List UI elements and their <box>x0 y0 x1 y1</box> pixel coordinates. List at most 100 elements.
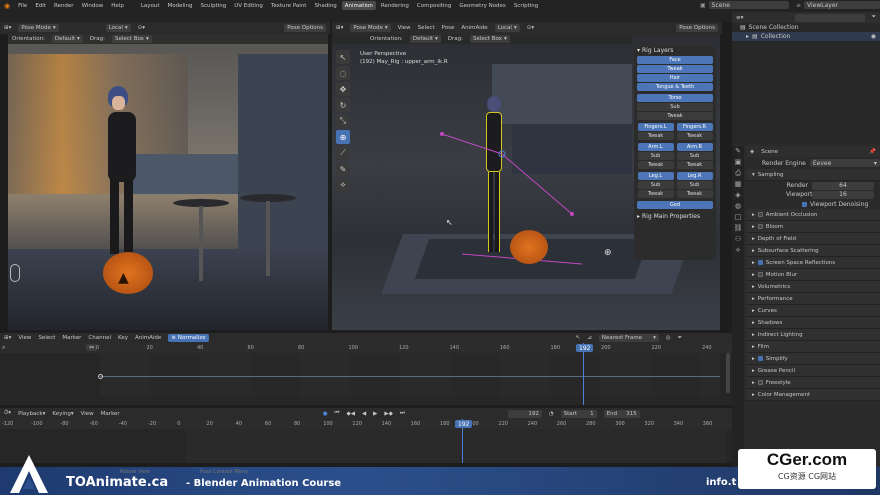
annotate-tool-icon[interactable]: ✎ <box>336 162 350 176</box>
graph-current-frame[interactable]: 192 <box>576 344 594 352</box>
left-orientation-select[interactable]: Default ▾ <box>51 35 83 43</box>
editor-type-icon[interactable]: ⊞▾ <box>4 335 11 341</box>
viewport-denoising-checkbox[interactable] <box>802 201 807 207</box>
constraint-tab-icon[interactable]: ⛓ <box>732 223 744 234</box>
outliner-row-scene-collection[interactable]: ▤ Scene Collection <box>732 23 880 32</box>
section-checkbox[interactable] <box>757 224 763 229</box>
rig-layers-header[interactable]: ▾ Rig Layers <box>634 46 716 55</box>
play-icon[interactable]: ▶ <box>373 411 377 417</box>
keying-menu[interactable]: Keying▾ <box>52 411 73 417</box>
graph-menu-view[interactable]: View <box>18 335 31 341</box>
snap-icon[interactable]: ⊿ <box>587 335 592 341</box>
rig-layer-button[interactable]: Leg.R <box>676 172 713 180</box>
property-section[interactable]: ▸ Motion Blur <box>746 269 880 281</box>
rig-layer-button[interactable]: Face <box>637 56 713 64</box>
editor-type-icon[interactable]: ≡▾ <box>736 15 743 21</box>
editor-type-icon[interactable]: ⏱▾ <box>4 410 11 417</box>
property-section[interactable]: ▸ Grease Pencil <box>746 365 880 377</box>
measure-tool-icon[interactable]: ⟋ <box>336 146 350 160</box>
next-key-icon[interactable]: ▶◆ <box>384 411 392 417</box>
left-pose-options[interactable]: Pose Options <box>284 24 326 32</box>
rig-layer-button[interactable]: Arm.R <box>676 143 713 151</box>
right-pose-options[interactable]: Pose Options <box>676 24 718 32</box>
viewlayer-selector[interactable]: ≡ ViewLayer <box>796 1 880 9</box>
play-reverse-icon[interactable]: ◀ <box>362 411 366 417</box>
rig-main-properties-header[interactable]: ▸ Rig Main Properties <box>634 212 716 221</box>
rig-layer-button[interactable]: Tweak <box>637 112 713 120</box>
scene-tab-icon[interactable]: ◈ <box>732 190 744 201</box>
channel-search-icon[interactable]: ⌕ <box>2 344 5 352</box>
graph-menu-channel[interactable]: Channel <box>88 335 111 341</box>
world-tab-icon[interactable]: ◍ <box>732 201 744 212</box>
right-drag-select[interactable]: Select Box ▾ <box>470 35 510 43</box>
editor-type-icon[interactable]: ⊞▾ <box>336 25 343 31</box>
render-engine-select[interactable]: Eevee ▾ <box>809 159 880 167</box>
rig-layer-button[interactable]: Tweak <box>676 132 713 140</box>
menu-window[interactable]: Window <box>82 3 104 9</box>
rig-layer-button[interactable]: Fingers.R <box>676 123 713 131</box>
output-tab-icon[interactable]: ⎙ <box>732 168 744 179</box>
right-menu-view[interactable]: View <box>398 25 411 31</box>
property-section[interactable]: ▸ Freestyle <box>746 377 880 389</box>
graph-menu-key[interactable]: Key <box>118 335 128 341</box>
right-menu-select[interactable]: Select <box>418 25 435 31</box>
property-section[interactable]: ▸ Indirect Lighting <box>746 329 880 341</box>
rig-layer-button[interactable]: Sub <box>637 152 674 160</box>
rig-layer-button[interactable]: Sub <box>676 152 713 160</box>
proportional-icon[interactable]: ◎ <box>666 335 671 341</box>
tab-uv-editing[interactable]: UV Editing <box>231 1 266 10</box>
object-tab-icon[interactable]: □ <box>732 212 744 223</box>
render-tab-icon[interactable]: ▣ <box>732 157 744 168</box>
scene-name[interactable]: Scene <box>708 1 789 9</box>
viewport-denoising-row[interactable]: Viewport Denoising <box>746 199 880 209</box>
normalize-toggle[interactable]: ≋ Normalize <box>168 334 209 342</box>
property-section[interactable]: ▸ Performance <box>746 293 880 305</box>
current-frame-field[interactable]: 192 <box>507 409 542 418</box>
rotate-tool-icon[interactable]: ↻ <box>336 98 350 112</box>
property-section[interactable]: ▸ Subsurface Scattering <box>746 245 880 257</box>
right-mode-select[interactable]: Pose Mode ▾ <box>350 24 391 32</box>
bone-tool-icon[interactable]: ⟡ <box>336 178 350 192</box>
record-icon[interactable]: ● <box>323 411 328 417</box>
property-section[interactable]: ▸ Depth of Field <box>746 233 880 245</box>
rig-layer-button[interactable]: Tweak <box>676 190 713 198</box>
keyframe-point[interactable] <box>98 374 103 379</box>
rig-layer-button[interactable]: Sub <box>637 181 674 189</box>
timeline-current-marker[interactable]: 192 <box>455 420 473 428</box>
menu-render[interactable]: Render <box>54 3 74 9</box>
rig-layer-button[interactable]: Tweak <box>676 161 713 169</box>
transform-tool-icon[interactable]: ⊕ <box>336 130 350 144</box>
visibility-icon[interactable]: ◉ <box>871 33 876 40</box>
render-samples-field[interactable]: 64 <box>812 181 874 190</box>
timeline-menu-view[interactable]: View <box>81 411 94 417</box>
property-section[interactable]: ▸ Curves <box>746 305 880 317</box>
outliner-row-collection[interactable]: ▸ ▤ Collection ◉ <box>732 32 880 41</box>
rig-layer-button[interactable]: Sub <box>676 181 713 189</box>
tool-tab-icon[interactable]: ✎ <box>732 146 744 157</box>
rig-layer-button[interactable]: Tweak <box>637 65 713 73</box>
property-section[interactable]: ▸ Volumetrics <box>746 281 880 293</box>
section-checkbox[interactable] <box>757 380 763 385</box>
rig-layer-button[interactable]: Tweak <box>637 190 674 198</box>
rig-layer-button[interactable]: Arm.L <box>637 143 674 151</box>
tab-animation[interactable]: Animation <box>341 1 376 10</box>
rig-layer-button[interactable]: Torso <box>637 94 713 102</box>
rig-layer-button[interactable]: Leg.L <box>637 172 674 180</box>
filter-icon[interactable]: ⏷ <box>678 335 682 342</box>
sampling-section[interactable]: ▾ Sampling <box>746 169 880 181</box>
section-checkbox[interactable] <box>757 272 763 277</box>
right-menu-pose[interactable]: Pose <box>442 25 455 31</box>
tab-layout[interactable]: Layout <box>138 1 163 10</box>
scene-selector[interactable]: ▣ Scene <box>700 1 789 9</box>
rig-layer-button[interactable]: Tweak <box>637 161 674 169</box>
left-transform-select[interactable]: Local ▾ <box>105 24 131 32</box>
rig-layer-button[interactable]: Tongue & Teeth <box>637 83 713 91</box>
tab-modeling[interactable]: Modeling <box>165 1 196 10</box>
jump-end-icon[interactable]: ⏭ <box>400 410 405 417</box>
editor-type-icon[interactable]: ⊞▾ <box>4 25 11 31</box>
viewlayer-name[interactable]: ViewLayer <box>804 1 880 9</box>
left-viewport[interactable]: Orientation: Default ▾ Drag: Select Box ▾ … <box>8 34 328 330</box>
filter-icon[interactable]: ⏷ <box>872 14 876 21</box>
right-viewport[interactable]: Orientation: Default ▾ Drag: Select Box ▾ … <box>332 34 720 330</box>
pin-icon[interactable]: 📌 <box>869 149 876 155</box>
